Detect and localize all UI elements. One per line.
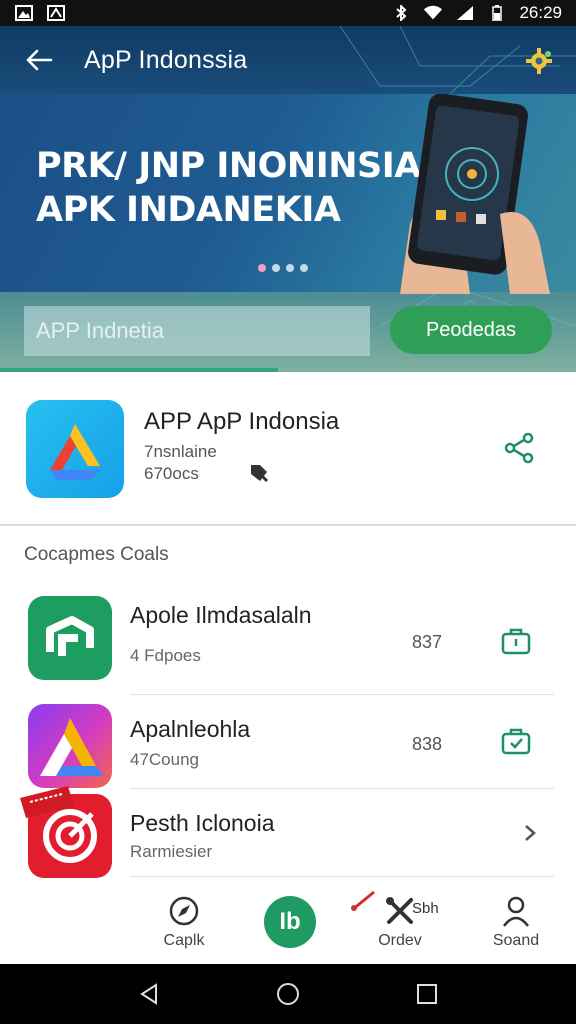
share-icon	[504, 432, 534, 464]
search-button[interactable]: Peodedas	[390, 306, 552, 354]
list-item-value: 837	[412, 632, 443, 652]
nav-label: Caplk	[163, 932, 205, 949]
bluetooth-icon	[391, 5, 411, 21]
nav-extra-label: Sbh	[412, 900, 439, 917]
featured-app-icon	[26, 400, 124, 498]
user-icon	[503, 896, 529, 927]
signal-icon	[455, 5, 475, 21]
nav-item-soand[interactable]: Soand	[480, 894, 552, 950]
pencil-accent-icon	[351, 890, 375, 912]
share-button[interactable]	[504, 432, 536, 464]
briefcase-icon	[501, 628, 531, 655]
banner-line-2: APK INDANEKIA	[36, 190, 341, 230]
list-item-title: Apalnleohla	[130, 716, 251, 742]
phone-in-hand-image	[400, 94, 550, 294]
banner-headline: PRK/ JNP INONINSIA APK INDANEKIA	[36, 144, 421, 232]
row-divider	[130, 694, 554, 695]
app-icon	[28, 596, 112, 680]
promo-banner[interactable]: PRK/ JNP INONINSIA APK INDANEKIA	[0, 94, 576, 294]
home-circle-icon[interactable]	[275, 981, 301, 1007]
triangle-app-icon	[40, 718, 104, 776]
featured-app-title: APP ApP Indonsia	[144, 408, 340, 435]
featured-app-card[interactable]: APP ApP Indonsia 7nsnlaine 670ocs	[0, 372, 576, 526]
nav-item-caplk[interactable]: Caplk	[148, 894, 220, 950]
nav-item-home[interactable]: Ib	[264, 896, 316, 948]
list-item-action-button[interactable]	[500, 626, 532, 656]
status-time: 26:29	[519, 3, 562, 22]
hero-header: ApP Indonssia PRK/ JNP INONINSIA APK IND…	[0, 26, 576, 372]
tag-icon	[251, 465, 269, 483]
list-item-value: 838	[412, 734, 443, 754]
battery-icon	[487, 5, 507, 21]
list-item-subtitle: Rarmiesier	[130, 842, 213, 861]
drive-triangle-icon	[50, 424, 100, 480]
search-input[interactable]	[24, 306, 370, 356]
gallery-icon	[14, 5, 34, 21]
recents-square-icon[interactable]	[414, 981, 440, 1007]
offer-badge-icon	[20, 786, 74, 818]
settings-button[interactable]	[524, 46, 554, 76]
list-item-title: Apole Ilmdasalaln	[130, 602, 312, 628]
app-bar: ApP Indonssia	[0, 26, 576, 94]
list-item-subtitle: 47Coung	[130, 750, 200, 769]
list-item-open-button[interactable]	[520, 818, 552, 848]
briefcase-check-icon	[501, 728, 531, 755]
compass-icon	[169, 896, 199, 926]
share-arrow-app-icon	[46, 616, 94, 656]
list-item[interactable]: Apole Ilmdasalaln 4 Fdpoes 837	[0, 584, 576, 695]
search-row: Peodedas	[0, 292, 576, 372]
nav-label: Soand	[492, 932, 540, 949]
pagination-dot[interactable]	[272, 264, 280, 272]
arrow-left-icon	[26, 49, 53, 71]
wifi-icon	[423, 5, 443, 21]
pagination-dot[interactable]	[286, 264, 294, 272]
row-divider	[130, 788, 554, 789]
app-icon	[28, 704, 112, 788]
pagination-dot[interactable]	[258, 264, 266, 272]
chevron-right-icon	[525, 825, 536, 841]
back-button[interactable]	[20, 41, 58, 79]
featured-app-count: 670ocs	[144, 464, 199, 483]
list-item[interactable]: Pesth Iclonoia Rarmiesier	[0, 786, 576, 878]
featured-app-subtitle: 7nsnlaine	[144, 442, 217, 461]
banner-line-1: PRK/ JNP INONINSIA	[36, 146, 421, 186]
list-item-subtitle: 4 Fdpoes	[130, 646, 201, 665]
system-navigation-bar	[0, 964, 576, 1024]
app-title: ApP Indonssia	[84, 45, 248, 74]
status-bar: 26:29	[0, 0, 576, 26]
list-item[interactable]: Apalnleohla 47Coung 838	[0, 696, 576, 789]
image-icon	[46, 5, 66, 21]
row-divider	[130, 876, 554, 877]
main-content: APP ApP Indonsia 7nsnlaine 670ocs Cocapm…	[0, 372, 576, 968]
list-item-title: Pesth Iclonoia	[130, 810, 275, 836]
settings-gear-icon	[526, 48, 552, 74]
back-triangle-icon[interactable]	[136, 981, 162, 1007]
list-item-action-button[interactable]	[500, 726, 532, 756]
section-title: Cocapmes Coals	[24, 544, 169, 565]
nav-label: Ordev	[378, 932, 422, 949]
pagination-dot[interactable]	[300, 264, 308, 272]
home-center-icon: Ib	[279, 908, 301, 935]
banner-pagination	[258, 264, 308, 272]
bottom-navigation: Caplk Ib Ordev Sbh Soand	[0, 884, 576, 964]
